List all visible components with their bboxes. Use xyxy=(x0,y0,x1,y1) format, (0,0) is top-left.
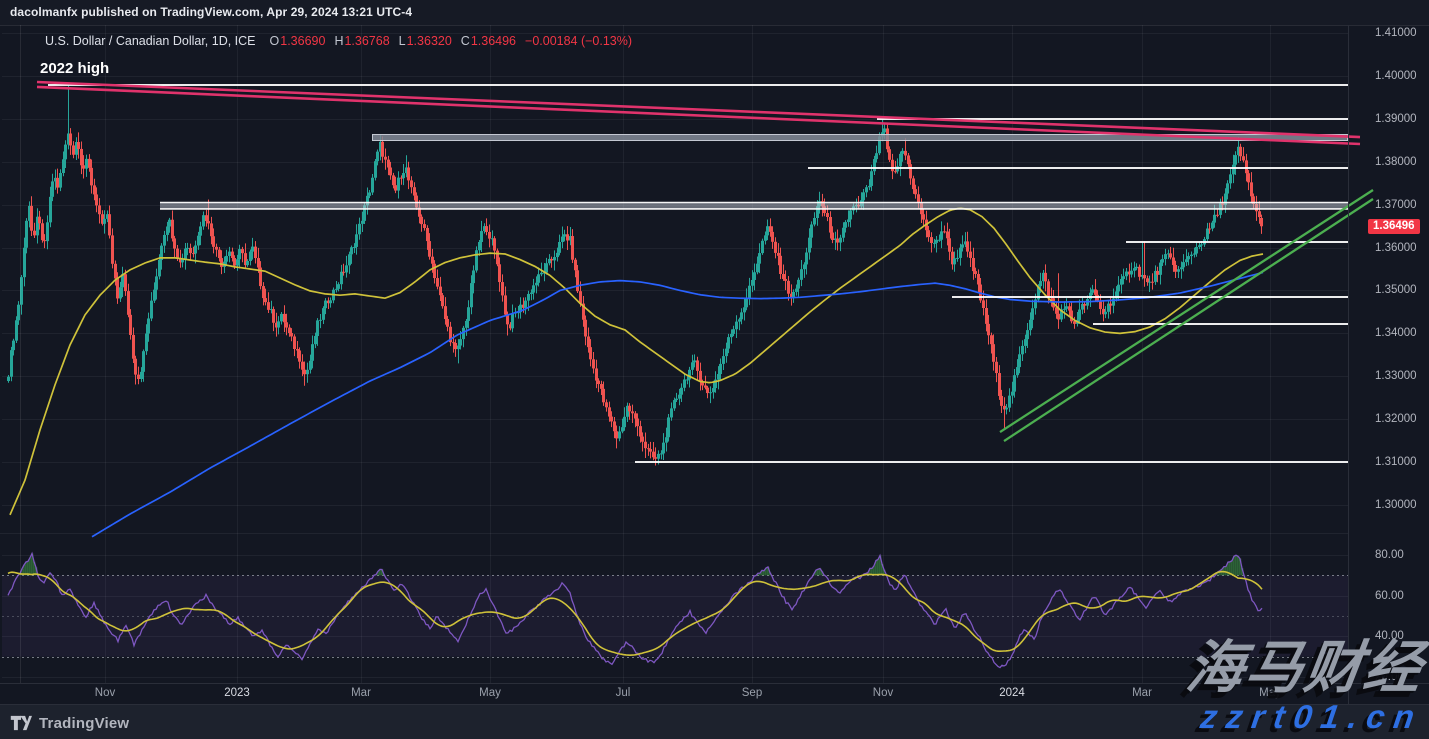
price-tick-label: 1.37000 xyxy=(1375,197,1417,213)
publish-info-bar: dacolmanfx published on TradingView.com,… xyxy=(0,0,1429,25)
time-tick-label: May xyxy=(1242,687,1298,699)
tradingview-logo-icon xyxy=(10,713,32,733)
time-tick-label: Nov xyxy=(855,687,911,699)
price-tick-label: 1.33000 xyxy=(1375,368,1417,384)
time-tick-label: 2024 xyxy=(984,687,1040,699)
time-scale[interactable]: Nov 2023 Mar May Jul Sep Nov 2024 Mar May xyxy=(0,683,1429,705)
time-tick-label: May xyxy=(462,687,518,699)
price-tick-label: 1.31000 xyxy=(1375,454,1417,470)
price-chart-canvas[interactable] xyxy=(0,25,1429,705)
price-scale[interactable]: 1.41000 1.40000 1.39000 1.38000 1.37000 1.360… xyxy=(1368,25,1429,683)
close-value: 1.36496 xyxy=(471,34,516,48)
footer-bar: TradingView xyxy=(10,711,129,735)
open-label: O xyxy=(270,34,280,48)
time-tick-label: Mar xyxy=(1114,687,1170,699)
low-label: L xyxy=(399,34,406,48)
price-tick-label: 1.32000 xyxy=(1375,411,1417,427)
time-tick-label: 2023 xyxy=(209,687,265,699)
annotation-2022-high: 2022 high xyxy=(40,60,109,77)
open-value: 1.36690 xyxy=(280,34,325,48)
high-value: 1.36768 xyxy=(344,34,389,48)
time-tick-label: Jul xyxy=(595,687,651,699)
chart-area[interactable]: U.S. Dollar / Canadian Dollar, 1D, ICEO1… xyxy=(0,25,1429,705)
rsi-tick-label: 80.00 xyxy=(1375,547,1404,563)
symbol-legend: U.S. Dollar / Canadian Dollar, 1D, ICEO1… xyxy=(45,34,632,48)
rsi-tick-label: 40.00 xyxy=(1375,628,1404,644)
symbol-title: U.S. Dollar / Canadian Dollar, 1D, ICE xyxy=(45,34,256,48)
price-tick-label: 1.30000 xyxy=(1375,497,1417,513)
watermark-url-text: zzrt01.cn xyxy=(1185,700,1426,734)
time-tick-label: Mar xyxy=(333,687,389,699)
close-label: C xyxy=(461,34,470,48)
tradingview-chart-screenshot: dacolmanfx published on TradingView.com,… xyxy=(0,0,1429,739)
price-tick-label: 1.41000 xyxy=(1375,25,1417,41)
time-tick-label: Nov xyxy=(77,687,133,699)
last-price-label: 1.36496 xyxy=(1368,219,1420,234)
price-tick-label: 1.38000 xyxy=(1375,154,1417,170)
tradingview-logo-text: TradingView xyxy=(39,715,129,732)
publish-info-text: dacolmanfx published on TradingView.com,… xyxy=(10,5,412,19)
price-tick-label: 1.40000 xyxy=(1375,68,1417,84)
high-label: H xyxy=(334,34,343,48)
price-tick-label: 1.39000 xyxy=(1375,111,1417,127)
tradingview-logo[interactable]: TradingView xyxy=(10,713,129,733)
rsi-tick-label: 60.00 xyxy=(1375,588,1404,604)
time-tick-label: Sep xyxy=(724,687,780,699)
low-value: 1.36320 xyxy=(407,34,452,48)
price-tick-label: 1.34000 xyxy=(1375,325,1417,341)
price-tick-label: 1.36000 xyxy=(1375,240,1417,256)
change-value: −0.00184 (−0.13%) xyxy=(525,34,632,48)
price-tick-label: 1.35000 xyxy=(1375,282,1417,298)
